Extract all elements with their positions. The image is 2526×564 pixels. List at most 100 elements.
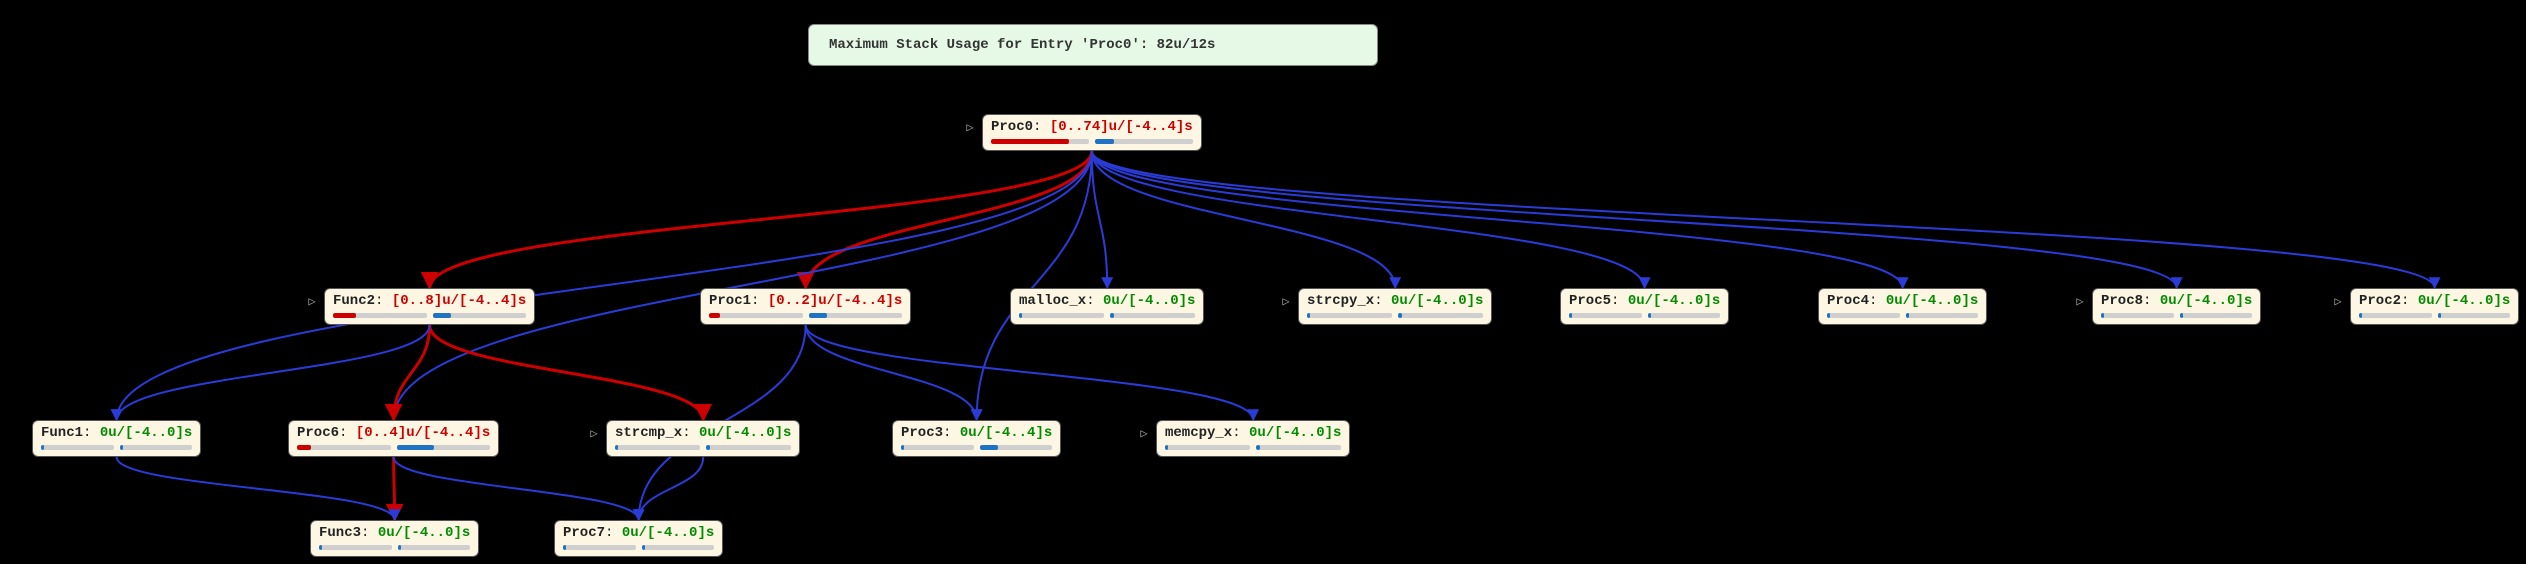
node-separator: : (1611, 293, 1628, 309)
usage-bar-2 (120, 445, 193, 450)
node-proc3[interactable]: Proc3: 0u/[-4..4]s (892, 420, 1061, 457)
edge-func2-to-func1 (117, 325, 430, 420)
usage-bar-2 (398, 545, 471, 550)
edge-proc0-to-malloc_x (1092, 151, 1107, 288)
usage-bar-1 (1019, 313, 1104, 318)
node-proc8[interactable]: ▷Proc8: 0u/[-4..0]s (2092, 288, 2261, 325)
node-strcmp_x[interactable]: ▷strcmp_x: 0u/[-4..0]s (606, 420, 800, 457)
node-func2[interactable]: ▷Func2: [0..8]u/[-4..4]s (324, 288, 535, 325)
usage-bar-1 (1569, 313, 1642, 318)
node-func3[interactable]: Func3: 0u/[-4..0]s (310, 520, 479, 557)
expand-icon[interactable]: ▷ (1137, 427, 1151, 441)
node-name: memcpy_x (1165, 425, 1232, 441)
node-separator: : (1232, 425, 1249, 441)
node-strcpy_x[interactable]: ▷strcpy_x: 0u/[-4..0]s (1298, 288, 1492, 325)
node-separator: : (2143, 293, 2160, 309)
usage-bars (991, 139, 1193, 144)
node-value: [0..2]u/[-4..4]s (768, 293, 902, 309)
edge-proc0-to-strcpy_x (1092, 151, 1395, 288)
node-value: 0u/[-4..0]s (622, 525, 714, 541)
usage-bars (709, 313, 902, 318)
node-name: Proc2 (2359, 293, 2401, 309)
node-value: 0u/[-4..0]s (2160, 293, 2252, 309)
node-label: memcpy_x: 0u/[-4..0]s (1165, 425, 1341, 441)
node-separator: : (943, 425, 960, 441)
expand-icon[interactable]: ▷ (587, 427, 601, 441)
node-proc0[interactable]: ▷Proc0: [0..74]u/[-4..4]s (982, 114, 1202, 151)
node-separator: : (2401, 293, 2418, 309)
edges-layer (0, 0, 2526, 564)
expand-icon[interactable]: ▷ (963, 121, 977, 135)
usage-bars (1307, 313, 1483, 318)
usage-bar-2 (1398, 313, 1483, 318)
node-value: [0..4]u/[-4..4]s (356, 425, 490, 441)
usage-bar-1 (2101, 313, 2174, 318)
node-proc2[interactable]: ▷Proc2: 0u/[-4..0]s (2350, 288, 2519, 325)
node-separator: : (751, 293, 768, 309)
node-proc7[interactable]: Proc7: 0u/[-4..0]s (554, 520, 723, 557)
edge-proc0-to-func1 (117, 151, 1092, 420)
node-separator: : (1869, 293, 1886, 309)
node-proc1[interactable]: Proc1: [0..2]u/[-4..4]s (700, 288, 911, 325)
node-name: Proc3 (901, 425, 943, 441)
node-separator: : (1086, 293, 1103, 309)
node-label: strcpy_x: 0u/[-4..0]s (1307, 293, 1483, 309)
node-value: 0u/[-4..0]s (100, 425, 192, 441)
node-value: 0u/[-4..0]s (378, 525, 470, 541)
node-malloc_x[interactable]: malloc_x: 0u/[-4..0]s (1010, 288, 1204, 325)
node-label: Proc0: [0..74]u/[-4..4]s (991, 119, 1193, 135)
node-proc6[interactable]: Proc6: [0..4]u/[-4..4]s (288, 420, 499, 457)
usage-bar-2 (642, 545, 715, 550)
usage-bar-1 (1827, 313, 1900, 318)
node-label: Proc4: 0u/[-4..0]s (1827, 293, 1978, 309)
usage-bar-1 (563, 545, 636, 550)
expand-icon[interactable]: ▷ (305, 295, 319, 309)
usage-bar-1 (991, 139, 1089, 144)
node-name: strcpy_x (1307, 293, 1374, 309)
usage-bars (2359, 313, 2510, 318)
node-proc5[interactable]: Proc5: 0u/[-4..0]s (1560, 288, 1729, 325)
edge-proc0-to-proc5 (1092, 151, 1645, 288)
edge-proc0-to-proc1 (806, 151, 1092, 288)
usage-bars (41, 445, 192, 450)
node-label: malloc_x: 0u/[-4..0]s (1019, 293, 1195, 309)
node-value: 0u/[-4..4]s (960, 425, 1052, 441)
edge-func1-to-func3 (117, 457, 395, 520)
node-separator: : (1033, 119, 1050, 135)
edge-proc0-to-proc6 (394, 151, 1092, 420)
edge-proc6-to-func3 (394, 457, 395, 520)
usage-bar-1 (2359, 313, 2432, 318)
usage-bars (615, 445, 791, 450)
usage-bar-1 (901, 445, 974, 450)
expand-icon[interactable]: ▷ (2073, 295, 2087, 309)
edge-proc6-to-proc7 (394, 457, 639, 520)
node-name: Func1 (41, 425, 83, 441)
usage-bars (297, 445, 490, 450)
node-func1[interactable]: Func1: 0u/[-4..0]s (32, 420, 201, 457)
edge-proc1-to-proc3 (806, 325, 977, 420)
usage-bars (1019, 313, 1195, 318)
usage-bar-2 (706, 445, 791, 450)
node-value: 0u/[-4..0]s (2418, 293, 2510, 309)
usage-bars (1165, 445, 1341, 450)
expand-icon[interactable]: ▷ (1279, 295, 1293, 309)
node-label: Proc1: [0..2]u/[-4..4]s (709, 293, 902, 309)
edge-proc1-to-memcpy_x (806, 325, 1254, 420)
node-name: Proc0 (991, 119, 1033, 135)
node-proc4[interactable]: Proc4: 0u/[-4..0]s (1818, 288, 1987, 325)
edge-proc0-to-proc3 (977, 151, 1092, 420)
node-separator: : (1374, 293, 1391, 309)
node-memcpy_x[interactable]: ▷memcpy_x: 0u/[-4..0]s (1156, 420, 1350, 457)
edge-proc0-to-func2 (430, 151, 1092, 288)
usage-bars (563, 545, 714, 550)
usage-bar-2 (809, 313, 903, 318)
expand-icon[interactable]: ▷ (2331, 295, 2345, 309)
node-separator: : (605, 525, 622, 541)
edge-proc0-to-proc4 (1092, 151, 1903, 288)
usage-bars (319, 545, 470, 550)
node-name: Proc7 (563, 525, 605, 541)
node-label: Func1: 0u/[-4..0]s (41, 425, 192, 441)
edge-func2-to-proc6 (394, 325, 430, 420)
usage-bar-2 (1095, 139, 1193, 144)
node-name: strcmp_x (615, 425, 682, 441)
